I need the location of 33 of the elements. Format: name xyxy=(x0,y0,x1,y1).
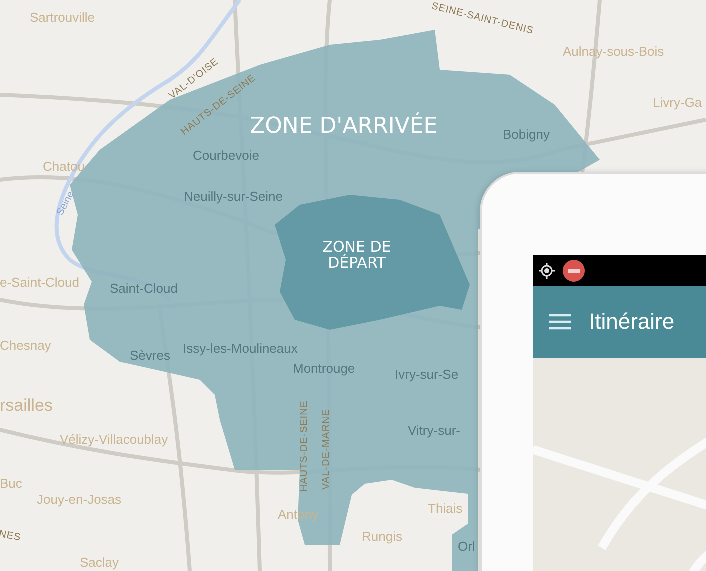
region-label: VAL-DE-MARNE xyxy=(322,409,332,490)
no-entry-icon xyxy=(563,260,585,282)
town-label: Chesnay xyxy=(0,339,52,352)
town-label: Montrouge xyxy=(293,362,356,375)
town-label: Chatou xyxy=(43,160,85,173)
town-label: Rungis xyxy=(362,530,402,543)
menu-icon[interactable] xyxy=(549,314,571,330)
town-label: Livry-Ga xyxy=(653,96,702,109)
town-label: Neuilly-sur-Seine xyxy=(184,190,283,203)
town-label: Buc xyxy=(0,477,22,490)
river-label: Seine xyxy=(56,190,77,218)
town-label: Thiais xyxy=(428,502,463,515)
town-label: Saclay xyxy=(80,556,120,569)
town-label: Orl xyxy=(458,540,476,553)
town-label: Bobigny xyxy=(503,128,550,141)
region-label: HAUTS-DE-SEINE xyxy=(300,400,310,492)
town-label: Jouy-en-Josas xyxy=(37,493,122,506)
town-label: Antony xyxy=(278,508,318,521)
town-label: Saint-Cloud xyxy=(110,282,178,295)
town-label: Aulnay-sous-Bois xyxy=(563,45,664,58)
town-label: Sartrouville xyxy=(30,11,96,24)
town-label: Vitry-sur- xyxy=(408,424,460,437)
town-label: Issy-les-Moulineaux xyxy=(183,342,298,355)
zone-label: ZONE DE DÉPART xyxy=(322,240,392,272)
town-label: e-Saint-Cloud xyxy=(0,276,80,289)
town-label: Vélizy-Villacoublay xyxy=(60,433,168,446)
region-label: NES xyxy=(0,530,22,544)
town-label: rsailles xyxy=(0,397,53,414)
town-label: Courbevoie xyxy=(193,149,260,162)
town-label: Sèvres xyxy=(130,349,170,362)
location-target-icon xyxy=(539,262,555,278)
town-label: Ivry-sur-Se xyxy=(395,368,459,381)
app-title: Itinéraire xyxy=(589,309,675,335)
